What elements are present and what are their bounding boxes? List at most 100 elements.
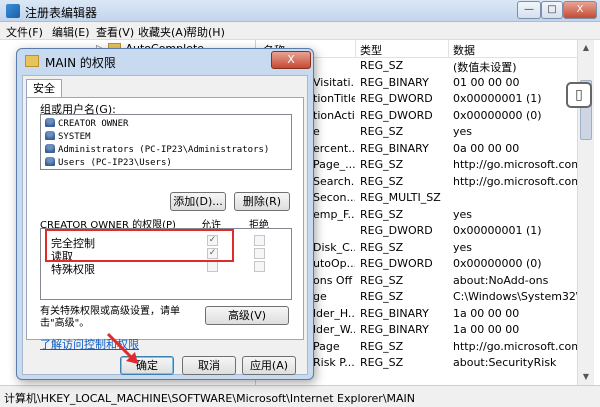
- cell-type: REG_BINARY: [360, 141, 429, 155]
- dialog-title: MAIN 的权限: [45, 56, 116, 70]
- remove-button[interactable]: 删除(R): [234, 192, 290, 211]
- users-list[interactable]: CREATOR OWNER SYSTEM Administrators (PC-…: [40, 114, 292, 170]
- cell-data: http://go.microsoft.com/fwli: [453, 158, 577, 171]
- cell-type: REG_SZ: [360, 356, 404, 369]
- cell-type: REG_SZ: [360, 207, 404, 221]
- menu-help[interactable]: 帮助(H): [186, 24, 225, 40]
- cell-name: Risk P...: [313, 356, 355, 369]
- cell-type: REG_SZ: [360, 240, 404, 254]
- add-button[interactable]: 添加(D)...: [170, 192, 226, 211]
- scroll-down-icon[interactable]: ▼: [580, 372, 592, 381]
- deny-full-control-checkbox[interactable]: [254, 235, 265, 246]
- cell-name: utoOp...: [313, 257, 355, 270]
- cell-name: ercent...: [313, 141, 355, 155]
- side-widget-icon[interactable]: ▯: [566, 82, 592, 108]
- status-path: 计算机\HKEY_LOCAL_MACHINE\SOFTWARE\Microsof…: [4, 392, 416, 405]
- cell-type: REG_DWORD: [360, 92, 433, 105]
- cell-data: 0x00000000 (0): [453, 257, 542, 270]
- cell-name: Visitati...: [313, 75, 355, 89]
- deny-read-checkbox[interactable]: [254, 248, 265, 259]
- cell-type: REG_SZ: [360, 273, 404, 287]
- menu-bar: 文件(F) 编辑(E) 查看(V) 收藏夹(A) 帮助(H): [0, 22, 600, 40]
- column-separator[interactable]: [448, 40, 449, 58]
- cell-name: e: [313, 125, 320, 138]
- cell-type: REG_SZ: [360, 290, 404, 303]
- cell-type: REG_DWORD: [360, 257, 433, 270]
- menu-edit[interactable]: 编辑(E): [52, 24, 90, 40]
- regedit-app-icon: [6, 4, 20, 18]
- close-button[interactable]: X: [563, 1, 597, 19]
- apply-button[interactable]: 应用(A): [242, 356, 296, 375]
- permission-special: 特殊权限: [51, 263, 95, 276]
- allow-special-checkbox[interactable]: [207, 261, 218, 272]
- advanced-hint: 有关特殊权限或高级设置，请单击"高级"。: [40, 306, 180, 329]
- cell-data: 1a 00 00 00: [453, 323, 520, 336]
- cell-name: ons Off ...: [313, 273, 355, 287]
- annotation-highlight-box: [45, 229, 234, 262]
- menu-view[interactable]: 查看(V): [96, 24, 134, 40]
- permissions-dialog: MAIN 的权限 X 安全: [16, 48, 314, 380]
- cell-data: about:SecurityRisk: [453, 356, 557, 369]
- cell-name: Disk_C...: [313, 240, 355, 254]
- user-group-icon: [45, 157, 55, 166]
- cell-data: 0x00000001 (1): [453, 92, 542, 105]
- cell-data: about:NoAdd-ons: [453, 273, 549, 287]
- column-type[interactable]: 类型: [360, 42, 382, 58]
- cell-data: yes: [453, 125, 473, 138]
- cancel-button[interactable]: 取消: [182, 356, 236, 375]
- user-group-icon: [45, 144, 55, 153]
- deny-special-checkbox[interactable]: [254, 261, 265, 272]
- maximize-button[interactable]: □: [541, 1, 563, 19]
- cell-data: 1a 00 00 00: [453, 306, 520, 320]
- cell-name: Secon...: [313, 191, 355, 204]
- cell-data: http://go.microsoft.com/fwli: [453, 174, 577, 188]
- cell-data: 0x00000001 (1): [453, 224, 542, 237]
- cell-data: 0x00000000 (0): [453, 108, 542, 122]
- scroll-up-icon[interactable]: ▲: [580, 43, 592, 52]
- list-item[interactable]: Administrators (PC-IP23\Administrators): [45, 144, 269, 155]
- cell-data: yes: [453, 240, 473, 254]
- annotation-arrow-icon: [106, 332, 138, 364]
- user-group-icon: [45, 118, 55, 127]
- column-data[interactable]: 数据: [453, 42, 475, 58]
- dialog-folder-icon: [25, 55, 39, 67]
- column-separator[interactable]: [355, 40, 356, 58]
- minimize-button[interactable]: —: [517, 1, 541, 19]
- cell-name: lder_W...: [313, 323, 355, 336]
- cell-type: REG_SZ: [360, 174, 404, 188]
- cell-type: REG_SZ: [360, 59, 404, 72]
- cell-type: REG_DWORD: [360, 108, 433, 122]
- cell-name: lder_H...: [313, 306, 355, 320]
- cell-name: ge: [313, 290, 327, 303]
- list-item[interactable]: SYSTEM: [45, 131, 91, 142]
- cell-name: tionTitle...: [313, 92, 355, 105]
- cell-name: Page_...: [313, 158, 355, 171]
- cell-type: REG_SZ: [360, 339, 404, 353]
- cell-type: REG_SZ: [360, 125, 404, 138]
- window-title: 注册表编辑器: [25, 6, 98, 20]
- dialog-close-button[interactable]: X: [271, 51, 311, 69]
- cell-data: 0a 00 00 00: [453, 141, 520, 155]
- cell-data: C:\Windows\System32\blank: [453, 290, 577, 303]
- cell-type: REG_MULTI_SZ: [360, 191, 441, 204]
- cell-type: REG_BINARY: [360, 75, 429, 89]
- status-bar: 计算机\HKEY_LOCAL_MACHINE\SOFTWARE\Microsof…: [0, 385, 600, 407]
- cell-name: tionActi...: [313, 108, 355, 122]
- tab-security[interactable]: 安全: [26, 79, 62, 98]
- cell-data: 01 00 00 00: [453, 75, 520, 89]
- cell-name: Page: [313, 339, 340, 353]
- list-item[interactable]: CREATOR OWNER: [45, 118, 128, 129]
- cell-type: REG_SZ: [360, 158, 404, 171]
- title-bar: 注册表编辑器 — □ X: [0, 0, 600, 22]
- menu-file[interactable]: 文件(F): [6, 24, 43, 40]
- cell-data: (数值未设置): [453, 61, 517, 74]
- cell-name: Search...: [313, 174, 355, 188]
- cell-data: http://go.microsoft.com/fwli: [453, 339, 577, 353]
- list-item[interactable]: Users (PC-IP23\Users): [45, 157, 172, 168]
- cell-type: REG_BINARY: [360, 306, 429, 320]
- advanced-button[interactable]: 高级(V): [205, 306, 289, 325]
- menu-favorites[interactable]: 收藏夹(A): [138, 24, 187, 40]
- cell-data: yes: [453, 207, 473, 221]
- cell-type: REG_BINARY: [360, 323, 429, 336]
- cell-name: emp_F...: [313, 207, 355, 221]
